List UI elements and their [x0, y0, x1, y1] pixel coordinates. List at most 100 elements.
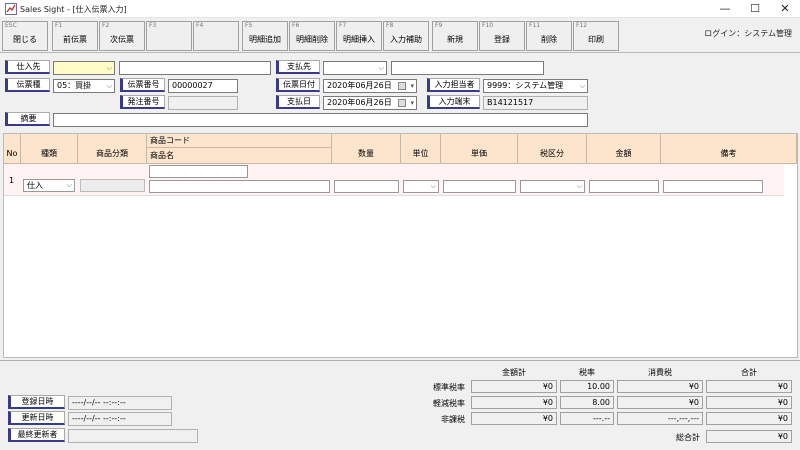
grand-total-label: 総合計 — [676, 433, 700, 442]
row-note-field[interactable] — [663, 180, 763, 193]
button-label: 登録 — [494, 35, 510, 44]
terminal-field: B14121517 — [483, 96, 588, 110]
non-taxable-label: 非課税 — [441, 415, 465, 424]
button-label: 閉じる — [13, 35, 37, 44]
standard-total: ¥0 — [706, 380, 792, 393]
row-qty-field[interactable] — [334, 180, 399, 193]
col-header-note: 備考 — [661, 134, 797, 164]
slip-date-picker[interactable]: 2020年06月26日 ▾ — [323, 79, 417, 93]
row-unit-select[interactable]: ⌵ — [403, 180, 439, 193]
chevron-down-icon: ⌵ — [106, 82, 112, 90]
reduced-tax: ¥0 — [617, 396, 703, 409]
last-updater-label: 最終更新者 — [8, 428, 65, 442]
non-taxable-amount: ¥0 — [471, 412, 557, 425]
f5-add-row-button[interactable]: F5 明細追加 — [242, 21, 288, 51]
row-tax-select[interactable]: ⌵ — [520, 180, 585, 193]
chevron-down-icon: ⌵ — [579, 82, 585, 90]
entry-person-value: 9999：システム管理 — [487, 81, 564, 90]
payee-code-select[interactable]: ⌵ — [323, 61, 387, 75]
slip-type-select[interactable]: 05：買掛 ⌵ — [53, 79, 115, 93]
row-kind-value: 仕入 — [27, 181, 43, 190]
updated-at-value: ----/--/-- --:--:-- — [68, 412, 172, 426]
f2-next-slip-button[interactable]: F2 次伝票 — [99, 21, 145, 51]
col-header-amount: 金額 — [587, 134, 661, 164]
f7-insert-row-button[interactable]: F7 明細挿入 — [336, 21, 382, 51]
f3-button[interactable]: F3 — [146, 21, 192, 51]
button-label: 印刷 — [588, 35, 604, 44]
payee-name-field[interactable] — [391, 61, 544, 75]
chevron-down-icon: ▾ — [410, 82, 414, 90]
login-status: ログイン：システム管理 — [704, 29, 792, 38]
last-updater-value — [68, 429, 198, 443]
row-category-field — [80, 179, 145, 192]
col-header-category: 商品分類 — [78, 134, 147, 164]
detail-grid: No 種類 商品分類 商品コード 商品名 数量 単位 単価 税区分 金額 備考 … — [3, 133, 798, 358]
slip-type-value: 05：買掛 — [57, 81, 92, 90]
fkey-label: F12 — [576, 22, 588, 29]
row-name-field[interactable] — [149, 180, 330, 193]
fkey-label: F2 — [102, 22, 110, 29]
standard-tax: ¥0 — [617, 380, 703, 393]
fkey-label: F8 — [386, 22, 394, 29]
slip-type-label: 伝票種 — [5, 78, 50, 92]
pay-date-picker[interactable]: 2020年06月26日 ▾ — [323, 96, 417, 110]
f4-button[interactable]: F4 — [193, 21, 239, 51]
maximize-icon[interactable]: ☐ — [740, 0, 770, 18]
pay-date-label: 支払日 — [276, 95, 320, 109]
calendar-icon — [398, 82, 406, 90]
button-label: 入力補助 — [390, 35, 422, 44]
supplier-code-select[interactable]: ⌵ — [53, 61, 115, 75]
order-number-label: 発注番号 — [120, 95, 165, 109]
updated-at-label: 更新日時 — [8, 411, 65, 425]
memo-label: 摘要 — [5, 112, 50, 126]
supplier-name-field[interactable] — [119, 61, 271, 75]
minimize-icon[interactable]: — — [710, 0, 740, 18]
totals-col-rate: 税率 — [579, 368, 595, 377]
button-label: 新規 — [447, 35, 463, 44]
standard-rate: 10.00 — [560, 380, 614, 393]
fkey-label: F6 — [292, 22, 300, 29]
pay-date-value: 2020年06月26日 — [327, 98, 392, 107]
reduced-rate-label: 軽減税率 — [433, 399, 465, 408]
row-number: 1 — [9, 176, 15, 185]
col-header-qty: 数量 — [332, 134, 401, 164]
non-taxable-rate: ---.-- — [560, 412, 614, 425]
esc-close-button[interactable]: ESC 閉じる — [2, 21, 48, 51]
chevron-down-icon: ⌵ — [576, 182, 582, 190]
close-icon[interactable]: ✕ — [770, 0, 800, 18]
row-price-field[interactable] — [443, 180, 516, 193]
totals-col-amount: 金額計 — [502, 368, 526, 377]
memo-field[interactable] — [53, 113, 588, 127]
entry-person-select[interactable]: 9999：システム管理 ⌵ — [483, 79, 588, 93]
fkey-label: F4 — [196, 22, 204, 29]
payee-label: 支払先 — [276, 60, 320, 74]
fkey-label: ESC — [5, 22, 17, 29]
calendar-icon — [398, 99, 406, 107]
f8-input-assist-button[interactable]: F8 入力補助 — [383, 21, 429, 51]
reduced-amount: ¥0 — [471, 396, 557, 409]
non-taxable-total: ¥0 — [706, 412, 792, 425]
fkey-label: F1 — [55, 22, 63, 29]
col-header-no: No — [4, 134, 21, 164]
f10-register-button[interactable]: F10 登録 — [479, 21, 525, 51]
f1-prev-slip-button[interactable]: F1 前伝票 — [52, 21, 98, 51]
f12-print-button[interactable]: F12 印刷 — [573, 21, 619, 51]
button-label: 明細挿入 — [343, 35, 375, 44]
supplier-label: 仕入先 — [5, 60, 50, 74]
fkey-label: F7 — [339, 22, 347, 29]
f11-delete-button[interactable]: F11 削除 — [526, 21, 572, 51]
f6-delete-row-button[interactable]: F6 明細削除 — [289, 21, 335, 51]
button-label: 削除 — [541, 35, 557, 44]
f9-new-button[interactable]: F9 新規 — [432, 21, 478, 51]
slip-number-field[interactable]: 00000027 — [168, 79, 238, 93]
order-number-field — [168, 96, 238, 110]
slip-number-label: 伝票番号 — [120, 78, 165, 92]
row-kind-select[interactable]: 仕入 ⌵ — [23, 179, 75, 192]
row-amount-field[interactable] — [589, 180, 659, 193]
chevron-down-icon: ▾ — [410, 99, 414, 107]
col-header-price: 単価 — [441, 134, 518, 164]
row-code-field[interactable] — [149, 165, 248, 178]
slip-date-label: 伝票日付 — [276, 78, 320, 92]
button-label: 前伝票 — [63, 35, 87, 44]
fkey-label: F3 — [149, 22, 157, 29]
